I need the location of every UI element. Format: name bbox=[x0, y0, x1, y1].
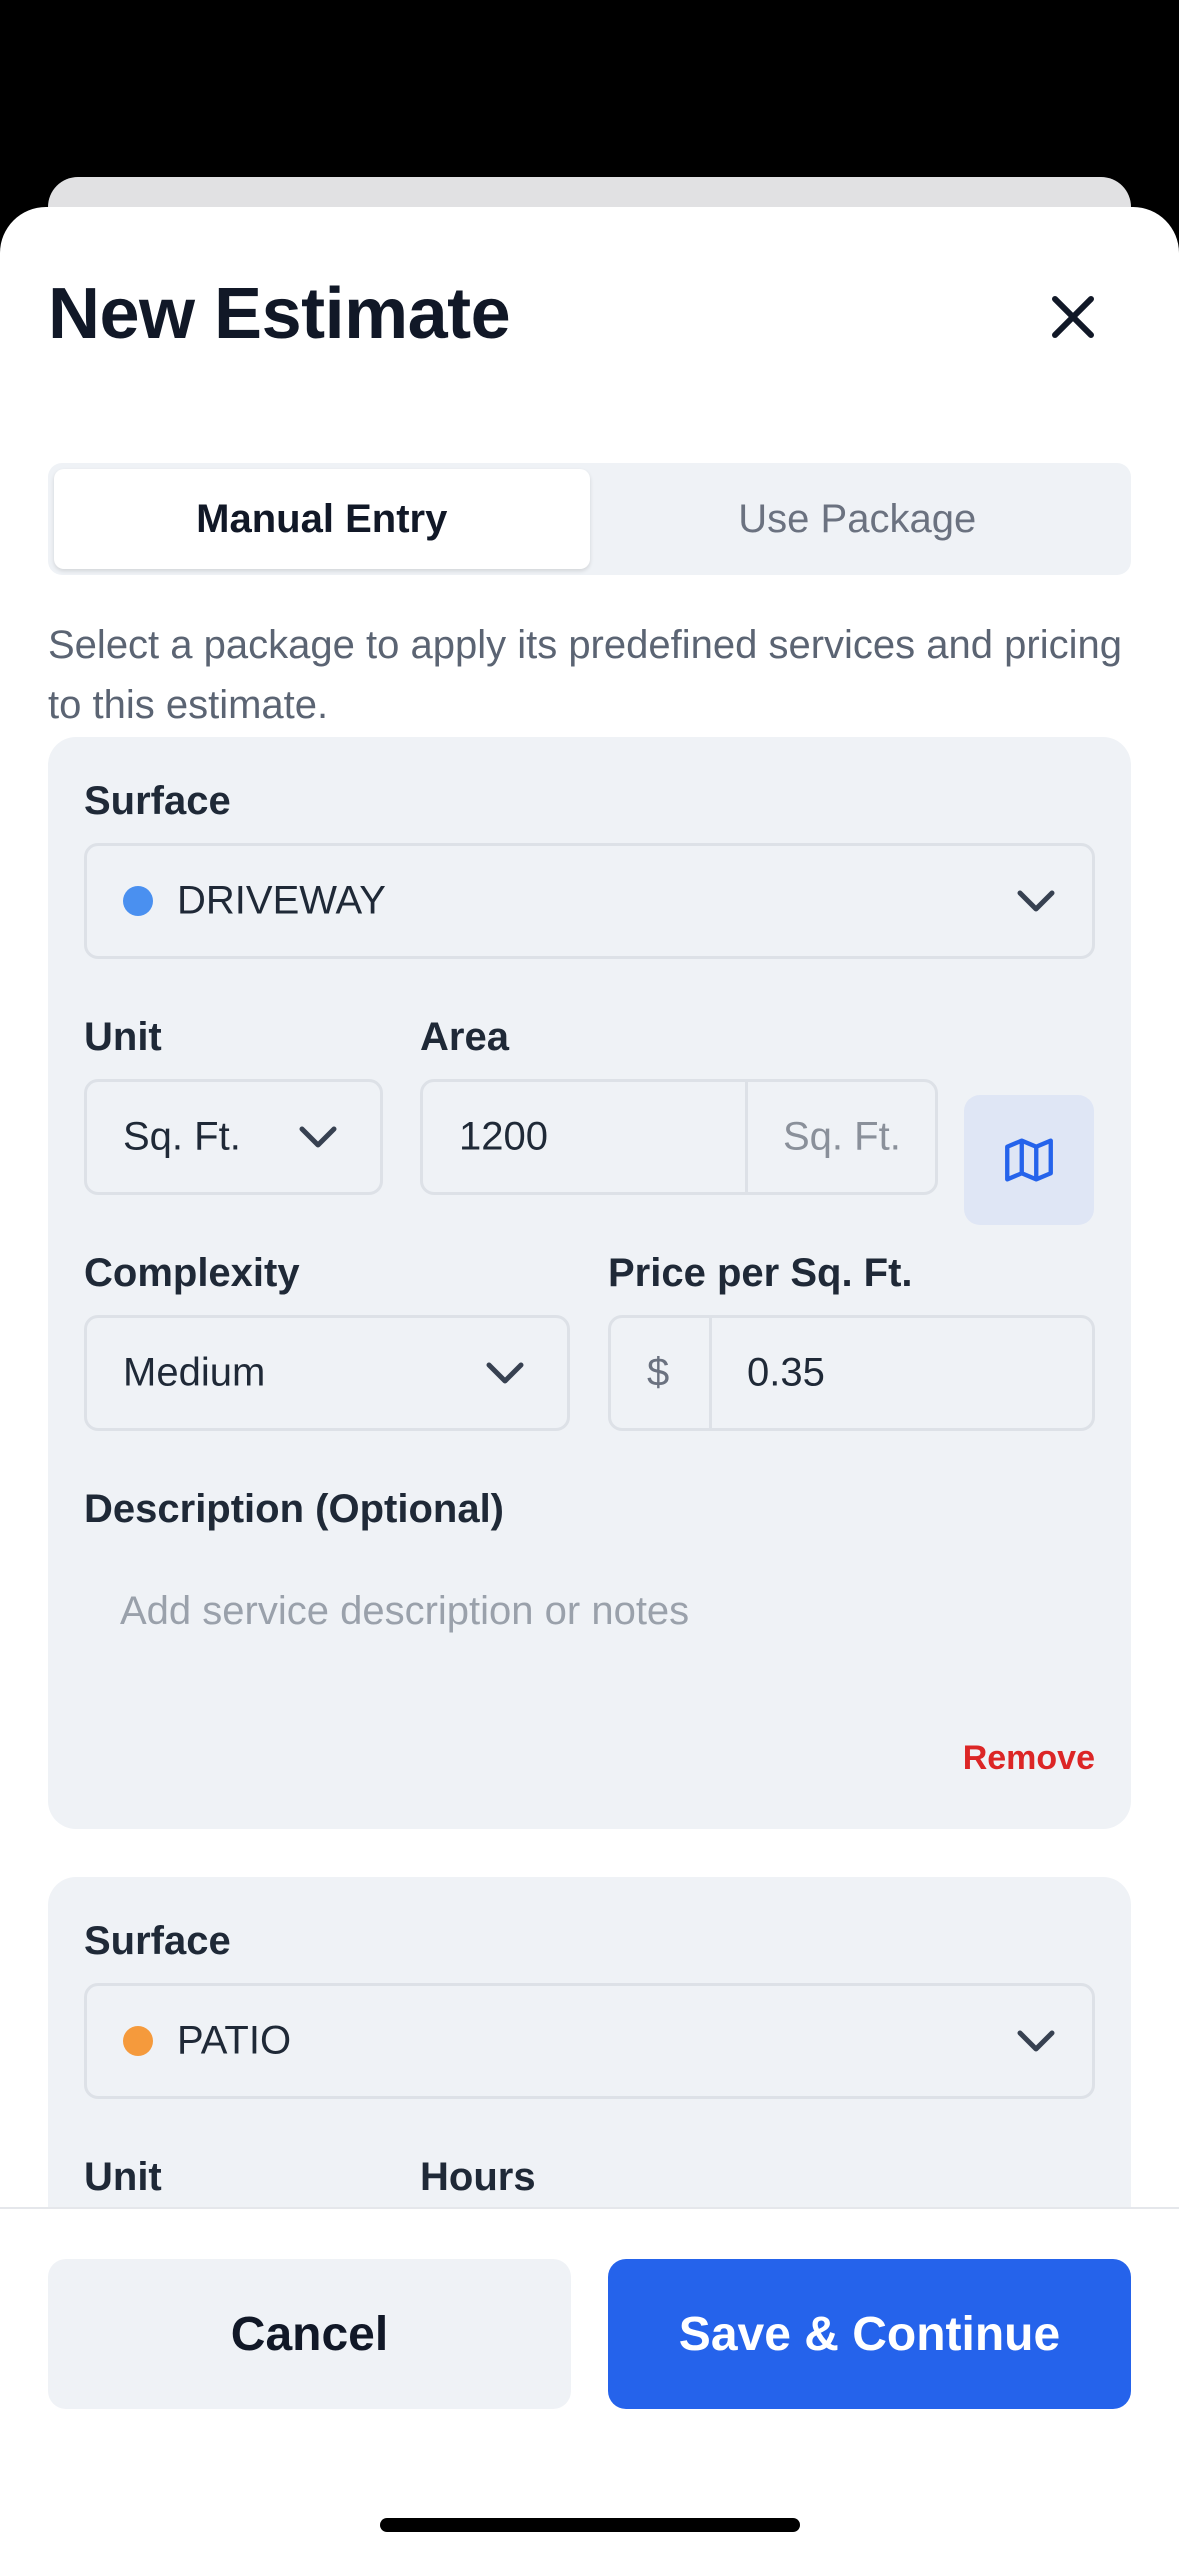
price-label: Price per Sq. Ft. bbox=[608, 1251, 913, 1295]
unit-label: Unit bbox=[84, 2155, 162, 2199]
entry-mode-tabs: Manual Entry Use Package bbox=[48, 463, 1131, 575]
modal-footer: Cancel Save & Continue bbox=[0, 2207, 1179, 2556]
price-input[interactable]: $ 0.35 bbox=[608, 1315, 1095, 1431]
tab-use-package[interactable]: Use Package bbox=[590, 469, 1126, 569]
unit-select[interactable]: Sq. Ft. bbox=[84, 1079, 383, 1195]
surface-label: Surface bbox=[84, 779, 231, 823]
surface-color-dot bbox=[123, 886, 153, 916]
hours-label: Hours bbox=[420, 2155, 536, 2199]
service-card: Surface PATIO Unit Hours bbox=[48, 1877, 1131, 2207]
surface-select[interactable]: DRIVEWAY bbox=[84, 843, 1095, 959]
helper-text: Select a package to apply its predefined… bbox=[48, 623, 1122, 727]
chevron-down-icon bbox=[1017, 2030, 1055, 2052]
close-icon bbox=[1052, 296, 1094, 338]
surface-value: PATIO bbox=[177, 2018, 292, 2063]
estimate-modal: New Estimate Manual Entry Use Package Se… bbox=[0, 207, 1179, 2556]
modal-title: New Estimate bbox=[48, 274, 511, 354]
area-input[interactable]: 1200 Sq. Ft. bbox=[420, 1079, 938, 1195]
description-label: Description (Optional) bbox=[84, 1487, 504, 1531]
surface-value: DRIVEWAY bbox=[177, 878, 386, 923]
tab-manual-entry[interactable]: Manual Entry bbox=[54, 469, 590, 569]
unit-label: Unit bbox=[84, 1015, 162, 1059]
modal-header: New Estimate bbox=[48, 207, 1131, 427]
map-measure-button[interactable] bbox=[964, 1095, 1094, 1225]
home-indicator bbox=[380, 2518, 800, 2532]
unit-value: Sq. Ft. bbox=[123, 1114, 241, 1159]
description-input[interactable]: Add service description or notes bbox=[120, 1589, 689, 1634]
surface-label: Surface bbox=[84, 1919, 231, 1963]
chevron-down-icon bbox=[1017, 890, 1055, 912]
complexity-label: Complexity bbox=[84, 1251, 300, 1295]
area-divider bbox=[745, 1082, 748, 1192]
currency-prefix: $ bbox=[647, 1350, 670, 1395]
services-scroll-area[interactable]: Surface DRIVEWAY Unit Sq. Ft. Area 1200 … bbox=[0, 737, 1179, 2207]
complexity-value: Medium bbox=[123, 1350, 266, 1395]
remove-service-button[interactable]: Remove bbox=[963, 1739, 1095, 1778]
price-value: 0.35 bbox=[747, 1350, 825, 1395]
area-label: Area bbox=[420, 1015, 509, 1059]
complexity-select[interactable]: Medium bbox=[84, 1315, 570, 1431]
close-button[interactable] bbox=[1043, 287, 1103, 347]
price-divider bbox=[709, 1318, 712, 1428]
area-unit-suffix: Sq. Ft. bbox=[783, 1114, 901, 1159]
save-continue-button[interactable]: Save & Continue bbox=[608, 2259, 1131, 2409]
surface-select[interactable]: PATIO bbox=[84, 1983, 1095, 2099]
status-bar-area bbox=[0, 0, 1179, 205]
area-value: 1200 bbox=[459, 1114, 548, 1159]
surface-color-dot bbox=[123, 2026, 153, 2056]
chevron-down-icon bbox=[299, 1126, 337, 1148]
chevron-down-icon bbox=[486, 1362, 524, 1384]
cancel-button[interactable]: Cancel bbox=[48, 2259, 571, 2409]
service-card: Surface DRIVEWAY Unit Sq. Ft. Area 1200 … bbox=[48, 737, 1131, 1829]
map-icon bbox=[1005, 1138, 1053, 1182]
